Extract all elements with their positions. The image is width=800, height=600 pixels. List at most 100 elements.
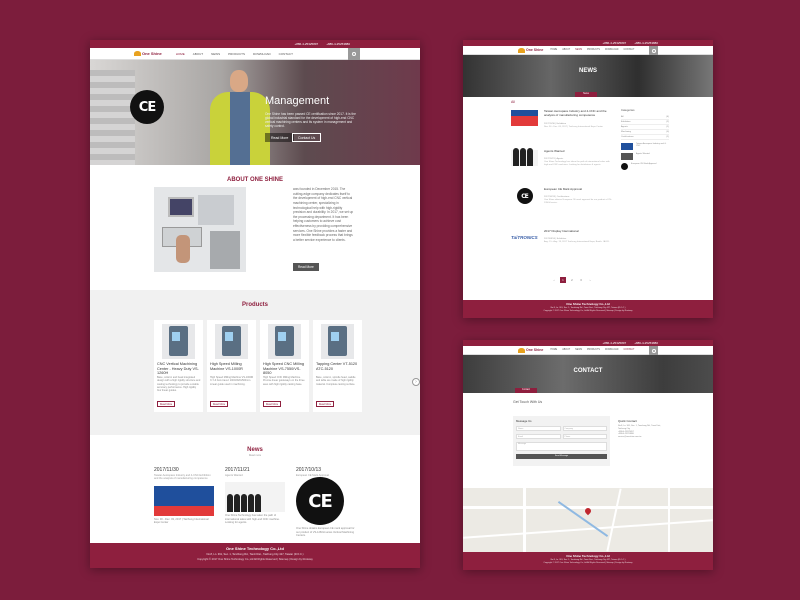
hero-read-more-button[interactable]: Read More [265, 133, 295, 142]
nav-menu: HOME ABOUT NEWS PRODUCTS DOWNLOAD CONTAC… [550, 49, 634, 51]
search-button[interactable] [649, 46, 658, 55]
footer-address: No.8, Ln. 361, Sec. 1, Tanzhong Rd., Tan… [550, 559, 626, 561]
nav-news[interactable]: NEWS [211, 52, 220, 56]
quick-contact-title: Quick Contact [618, 419, 637, 423]
product-read-more-button[interactable]: Read More [316, 401, 334, 407]
logo[interactable]: One Shine [518, 347, 543, 353]
news-list-item[interactable]: Agents Wanted 2017/11/21 | Agents One Sh… [511, 148, 611, 174]
logo-text: One Shine [526, 48, 544, 52]
footer-copyright: Copyright © 2017 One Shine Technology Co… [543, 310, 633, 312]
nav-about[interactable]: ABOUT [562, 49, 570, 51]
send-message-button[interactable]: Send Message [516, 454, 607, 459]
name-field[interactable]: Name [516, 426, 561, 431]
categories-heading: Categories [621, 108, 635, 112]
recent-post[interactable]: Agents Wanted [621, 153, 669, 160]
about-read-more-button[interactable]: Read More [293, 263, 319, 271]
agents-wanted-image [225, 482, 285, 513]
news-item-meta: 2017/10/13 | Certifications [544, 196, 570, 198]
news-item-title: Agents Wanted [544, 149, 565, 153]
products-section: Products CNC Vertical Machining Center -… [90, 290, 420, 435]
news-date: 2017/11/21 [225, 467, 250, 473]
company-field[interactable]: Company [562, 426, 607, 431]
ce-mark-icon: CE [516, 188, 533, 204]
news-banner-title: NEWS [579, 68, 597, 74]
breadcrumb[interactable]: Contact [515, 388, 537, 393]
breadcrumb[interactable]: News [575, 92, 597, 97]
category-item[interactable]: Certifications (1) [621, 135, 669, 140]
product-read-more-button[interactable]: Read More [210, 401, 228, 407]
nav-contact[interactable]: CONTACT [279, 52, 293, 56]
nav-download[interactable]: DOWNLOAD [605, 49, 619, 51]
product-card[interactable]: High Speed Milling Machine VS-1000R High… [207, 320, 256, 412]
recent-thumbnail [621, 163, 628, 170]
news-item[interactable]: 2017/11/30 Taiwan Aerospace Industry and… [154, 467, 214, 524]
nav-home[interactable]: HOME [550, 49, 557, 51]
news-list-item[interactable]: Taiwan Aerospace Industry and 4-CNC and … [511, 109, 611, 134]
location-map[interactable] [463, 488, 713, 552]
about-section: ABOUT ONE SHINE was founded in December … [90, 165, 420, 290]
footer: One Shine Technology Co.,Ltd No.8, Ln. 3… [463, 300, 713, 318]
product-card[interactable]: Tapping Center VT-5120 ATC-5120 Base, co… [313, 320, 362, 412]
news-item[interactable]: 2017/11/21 Agents Wanted One Shine Techn… [225, 467, 285, 524]
hero-contact-button[interactable]: Contact Us [292, 133, 322, 142]
about-text: was founded in December 2015. The cuttin… [293, 187, 354, 243]
product-card[interactable]: CNC Vertical Machining Center - Heavy Du… [154, 320, 203, 412]
contact-page-mockup: +886-4-25325897 +886-4-25253880 One Shin… [463, 340, 713, 570]
product-read-more-button[interactable]: Read More [157, 401, 175, 407]
nav-home[interactable]: HOME [550, 349, 557, 351]
news-list-item[interactable]: TaiTRONICS 2017 Display International 20… [511, 229, 611, 254]
ce-mark-icon: CE [296, 477, 344, 526]
nav-news[interactable]: NEWS [575, 49, 582, 51]
nav-news[interactable]: NEWS [575, 349, 582, 351]
product-image [215, 324, 248, 359]
news-headline: Taiwan Aerospace Industry and 4-CNC Exhi… [154, 474, 211, 481]
phone-field[interactable]: Phone [562, 434, 607, 439]
news-date: 2017/11/30 [154, 467, 179, 473]
product-read-more-button[interactable]: Read More [263, 401, 281, 407]
product-desc: High Speed CNC Milling Machine. Precise … [263, 376, 305, 386]
news-filter-all[interactable]: All [511, 100, 515, 104]
about-title: ABOUT ONE SHINE [226, 177, 283, 183]
warehouse-shelf-image [90, 70, 135, 165]
logo[interactable]: One Shine [134, 51, 162, 56]
nav-about[interactable]: ABOUT [562, 349, 570, 351]
email-field[interactable]: Email [516, 434, 561, 439]
news-list-item[interactable]: CE European CE Mark Approval 2017/10/13 … [511, 187, 612, 212]
footer-copyright: Copyright © 2017 One Shine Technology Co… [197, 558, 313, 561]
news-desc: One Shine Technology has taken the path … [225, 514, 280, 525]
next-page-icon[interactable]: › [587, 277, 593, 283]
nav-products[interactable]: PRODUCTS [587, 49, 600, 51]
news-thumbnail [511, 110, 538, 126]
hero-title: Management [265, 95, 330, 107]
nav-products[interactable]: PRODUCTS [587, 349, 600, 351]
nav-contact[interactable]: CONTACT [623, 349, 634, 351]
prev-page-icon[interactable]: ‹ [551, 277, 557, 283]
nav-download[interactable]: DOWNLOAD [253, 52, 271, 56]
news-date: 2017/10/13 [296, 467, 322, 473]
page-1[interactable]: 1 [560, 277, 566, 283]
news-item-desc: One Shine obtains European CE mark appro… [544, 199, 612, 204]
product-card[interactable]: High Speed CNC Milling Machine VS-7550/V… [260, 320, 309, 412]
search-icon [352, 52, 356, 56]
chevron-right-icon[interactable]: › [412, 378, 420, 386]
search-button[interactable] [649, 346, 658, 355]
logo-text: One Shine [142, 51, 162, 56]
quick-email[interactable]: service@oneshine.com.tw [618, 436, 666, 439]
product-desc: Base, column and head integrated design … [157, 376, 201, 392]
nav-contact[interactable]: CONTACT [623, 49, 634, 51]
footer: One Shine Technology Co.,Ltd No.8, Ln. 3… [90, 543, 420, 568]
nav-download[interactable]: DOWNLOAD [605, 349, 619, 351]
recent-post[interactable]: European CE Mark Approval [621, 163, 669, 170]
recent-post[interactable]: Taiwan Aerospace Industry and 4-CNC [621, 143, 669, 150]
page-2[interactable]: 2 [569, 277, 575, 283]
nav-products[interactable]: PRODUCTS [228, 52, 245, 56]
news-item[interactable]: 2017/10/13 European CE Mark Approval CE … [296, 467, 356, 537]
page-3[interactable]: 3 [578, 277, 584, 283]
nav-home[interactable]: HOME [176, 52, 185, 56]
search-button[interactable] [348, 48, 360, 60]
logo-sun-icon [518, 347, 525, 353]
product-name: High Speed Milling Machine VS-1000R [210, 362, 243, 371]
nav-about[interactable]: ABOUT [193, 52, 203, 56]
logo[interactable]: One Shine [518, 47, 544, 53]
message-field[interactable]: Message [516, 442, 607, 451]
